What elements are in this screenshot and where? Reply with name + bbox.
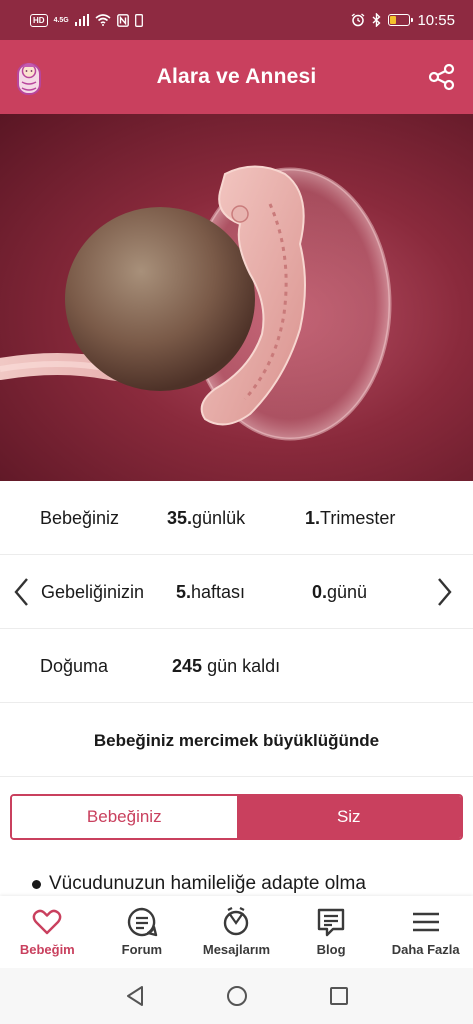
days-left-unit: gün kaldı	[207, 655, 281, 676]
nav-forum[interactable]: Forum	[95, 896, 190, 968]
status-right: 10:55	[351, 12, 455, 29]
trimester-value: 1.	[305, 507, 321, 528]
battery-fill	[390, 16, 397, 24]
wifi-icon	[95, 14, 111, 26]
messages-icon	[224, 907, 249, 936]
baby-label: Bebeğiniz	[40, 507, 120, 528]
share-icon[interactable]	[427, 62, 457, 92]
recents-icon[interactable]	[327, 984, 351, 1008]
tab-baby[interactable]: Bebeğiniz	[12, 796, 237, 838]
bullet-text: Vücudunuzun hamileliğe adapte olma	[49, 873, 366, 894]
app-bar: Alara ve Annesi	[0, 40, 473, 114]
nav-bebegim[interactable]: Bebeğim	[0, 896, 95, 968]
bluetooth-icon	[372, 13, 381, 27]
nfc-icon	[116, 13, 129, 27]
status-bar: HD 4.5G 10:55	[0, 0, 473, 40]
nav-label-bebegim: Bebeğim	[19, 942, 75, 957]
nav-label-forum: Forum	[121, 942, 163, 957]
clock: 10:55	[417, 11, 455, 29]
nav-label-daha-fazla: Daha Fazla	[391, 942, 460, 957]
embryo-illustration	[0, 114, 473, 481]
nav-label-mesajlarim: Mesajlarım	[202, 942, 271, 957]
birth-label: Doğuma	[40, 655, 109, 676]
nav-daha-fazla[interactable]: Daha Fazla	[378, 896, 473, 968]
chevron-right-icon[interactable]	[430, 576, 458, 608]
day-value: 0.	[312, 581, 328, 602]
embryo-image	[0, 165, 392, 441]
day-unit: günü	[327, 581, 368, 602]
birth-countdown: 245 gün kaldı	[172, 629, 280, 703]
alarm-icon	[352, 13, 365, 27]
system-nav	[0, 968, 473, 1024]
baby-age-row: Bebeğiniz 35. günlük 1. Trimester	[0, 481, 473, 555]
bottom-nav: Bebeğim Forum Mesajlarım Blog Daha Fazla	[0, 896, 473, 968]
pregnancy-label: Gebeliğinizin	[41, 581, 145, 602]
days-left-value: 245	[172, 655, 203, 676]
trimester-unit: Trimester	[320, 507, 396, 528]
baby-icon[interactable]	[16, 58, 42, 96]
hd-badge: HD	[30, 13, 48, 27]
network-type: 4.5G	[53, 16, 69, 24]
baby-age-unit: günlük	[192, 507, 246, 528]
signal-icon	[74, 14, 89, 26]
blog-icon	[317, 908, 345, 937]
content-bullet: Vücudunuzun hamileliğe adapte olma	[32, 870, 366, 898]
nav-blog[interactable]: Blog	[284, 896, 379, 968]
trimester: 1. Trimester	[305, 481, 395, 555]
status-left: HD 4.5G	[30, 13, 143, 27]
tab-you[interactable]: Siz	[236, 796, 461, 838]
nav-label-blog: Blog	[316, 942, 346, 957]
back-icon[interactable]	[123, 984, 147, 1008]
baby-age: 35. günlük	[167, 481, 245, 555]
birth-countdown-row: Doğuma 245 gün kaldı	[0, 629, 473, 703]
pregnancy-week-row: Gebeliğinizin 5. haftası 0. günü	[0, 555, 473, 629]
sim-icon	[134, 13, 143, 27]
menu-icon	[412, 912, 439, 932]
pregnancy-week: 5. haftası	[176, 555, 245, 629]
app-title: Alara ve Annesi	[156, 65, 317, 88]
battery-icon	[388, 14, 414, 26]
nav-mesajlarim[interactable]: Mesajlarım	[189, 896, 284, 968]
pregnancy-day: 0. günü	[312, 555, 367, 629]
week-value: 5.	[176, 581, 192, 602]
baby-age-value: 35.	[167, 507, 193, 528]
heart-icon	[32, 909, 62, 935]
week-unit: haftası	[191, 581, 246, 602]
bullet-dot	[32, 879, 41, 889]
home-icon[interactable]	[225, 984, 249, 1008]
baby-you-segment: Bebeğiniz Siz	[10, 794, 463, 840]
baby-size-text: Bebeğiniz mercimek büyüklüğünde	[0, 705, 473, 777]
chevron-left-icon[interactable]	[8, 576, 36, 608]
forum-icon	[127, 907, 158, 937]
